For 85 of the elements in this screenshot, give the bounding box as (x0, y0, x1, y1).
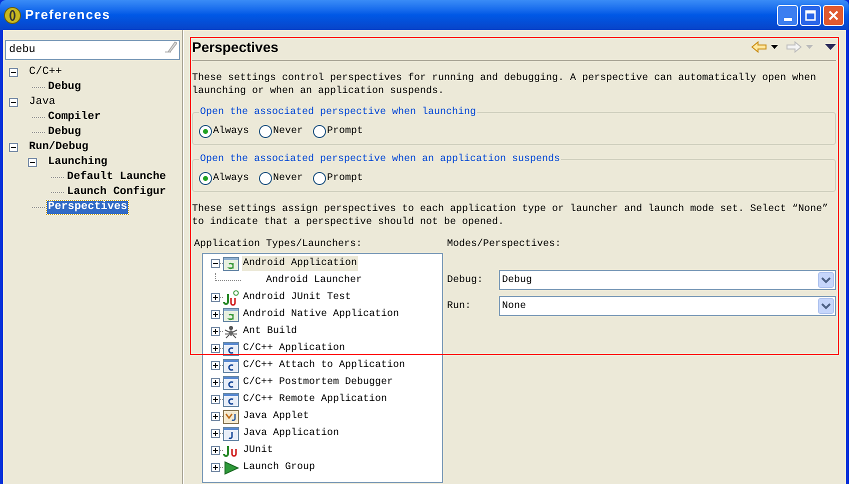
tree-item[interactable]: C/C++ Attach to Application (242, 358, 406, 373)
tree-item[interactable]: Java Applet (242, 409, 310, 424)
collapse-icon[interactable] (9, 68, 18, 77)
expand-icon[interactable] (211, 412, 220, 421)
mode-label: Run: (447, 300, 472, 314)
perspective-dropdown[interactable]: None (499, 296, 836, 316)
radio-button[interactable] (313, 172, 326, 185)
types-label: Application Types/Launchers: (194, 238, 364, 250)
radio-label[interactable]: Prompt (327, 124, 364, 139)
applet-icon (223, 408, 239, 424)
mode-label: Debug: (447, 274, 484, 288)
close-icon (828, 10, 839, 20)
ant-icon (223, 324, 239, 340)
expand-icon[interactable] (211, 310, 220, 319)
tree-item[interactable]: Debug (47, 81, 82, 94)
radio-label[interactable]: Prompt (327, 171, 364, 186)
tree-item[interactable]: Launch Configur (66, 186, 168, 199)
tree-item[interactable]: Perspectives (47, 201, 128, 214)
tree-item[interactable]: Debug (47, 126, 82, 139)
group-legend: Open the associated perspective when an application suspends (199, 152, 562, 167)
expand-icon[interactable] (211, 378, 220, 387)
tree-item[interactable]: Launching (47, 156, 108, 169)
minimize-icon (784, 18, 792, 20)
expand-icon[interactable] (211, 361, 220, 370)
expand-icon[interactable] (211, 395, 220, 404)
tree-item[interactable]: Java (28, 96, 56, 109)
tree-item[interactable]: JUnit (242, 443, 274, 458)
radio-button[interactable] (199, 172, 212, 185)
tree-item[interactable]: Ant Build (242, 324, 298, 339)
android-app-icon (223, 306, 239, 322)
eraser-icon[interactable] (164, 40, 177, 53)
collapse-icon[interactable] (211, 259, 220, 268)
java-app-icon (223, 426, 239, 442)
radio-button[interactable] (313, 125, 326, 138)
collapse-icon[interactable] (9, 143, 18, 152)
c-app-icon (223, 392, 239, 408)
collapse-icon[interactable] (28, 158, 37, 167)
window-title: Preferences (25, 6, 110, 24)
tree-item[interactable]: Java Application (242, 426, 340, 441)
tree-item[interactable]: C/C++ Remote Application (242, 392, 388, 407)
close-button[interactable] (823, 4, 844, 26)
modes-label: Modes/Perspectives: (447, 238, 562, 250)
collapse-icon[interactable] (9, 98, 18, 107)
expand-icon[interactable] (211, 463, 220, 472)
tree-item[interactable]: Default Launche (66, 171, 168, 184)
radio-button[interactable] (199, 125, 212, 138)
c-app-icon (223, 340, 239, 356)
play-icon (223, 460, 239, 476)
junit-icon (223, 290, 239, 306)
tree-item[interactable]: C/C++ (28, 66, 64, 79)
maximize-icon (805, 10, 816, 20)
dropdown-caret-icon[interactable] (771, 45, 778, 49)
radio-button[interactable] (259, 125, 272, 138)
tree-item[interactable]: Run/Debug (28, 141, 90, 154)
assign-text: These settings assign perspectives to each application type or launcher and launch mode set. Select “None” to indicate that a perspective should not be opened. (192, 203, 830, 229)
perspective-dropdown[interactable]: Debug (499, 270, 836, 290)
filter-field[interactable]: debu (5, 40, 180, 60)
app-icon (4, 6, 21, 24)
tree-item[interactable]: Android Application (242, 256, 358, 271)
tree-item[interactable]: Compiler (47, 111, 102, 124)
tree-item[interactable]: C/C++ Postmortem Debugger (242, 375, 394, 390)
tree-item[interactable]: Android Launcher (266, 273, 362, 288)
radio-label[interactable]: Always (213, 171, 250, 186)
view-menu-icon[interactable] (825, 44, 836, 50)
minimize-button[interactable] (777, 4, 798, 26)
tree-item[interactable]: Android JUnit Test (242, 290, 352, 305)
tree-item[interactable]: Android Native Application (242, 307, 400, 322)
expand-icon[interactable] (211, 293, 220, 302)
tree-item[interactable]: Launch Group (242, 460, 316, 475)
maximize-button[interactable] (800, 4, 821, 26)
c-app-icon (223, 358, 239, 374)
radio-label[interactable]: Never (273, 171, 304, 186)
description-text: These settings control perspectives for running and debugging. A perspective can automatically open when launching or when an application suspends. (192, 72, 818, 98)
expand-icon[interactable] (211, 429, 220, 438)
group-legend: Open the associated perspective when launching (199, 105, 478, 120)
c-app-icon (223, 374, 239, 390)
expand-icon[interactable] (211, 344, 220, 353)
radio-label[interactable]: Never (273, 124, 304, 139)
android-app-icon (223, 256, 239, 272)
page-title: Perspectives (192, 38, 278, 57)
expand-icon[interactable] (211, 446, 220, 455)
tree-item[interactable]: C/C++ Application (242, 341, 346, 356)
expand-icon[interactable] (211, 327, 220, 336)
radio-label[interactable]: Always (213, 124, 250, 139)
radio-button[interactable] (259, 172, 272, 185)
